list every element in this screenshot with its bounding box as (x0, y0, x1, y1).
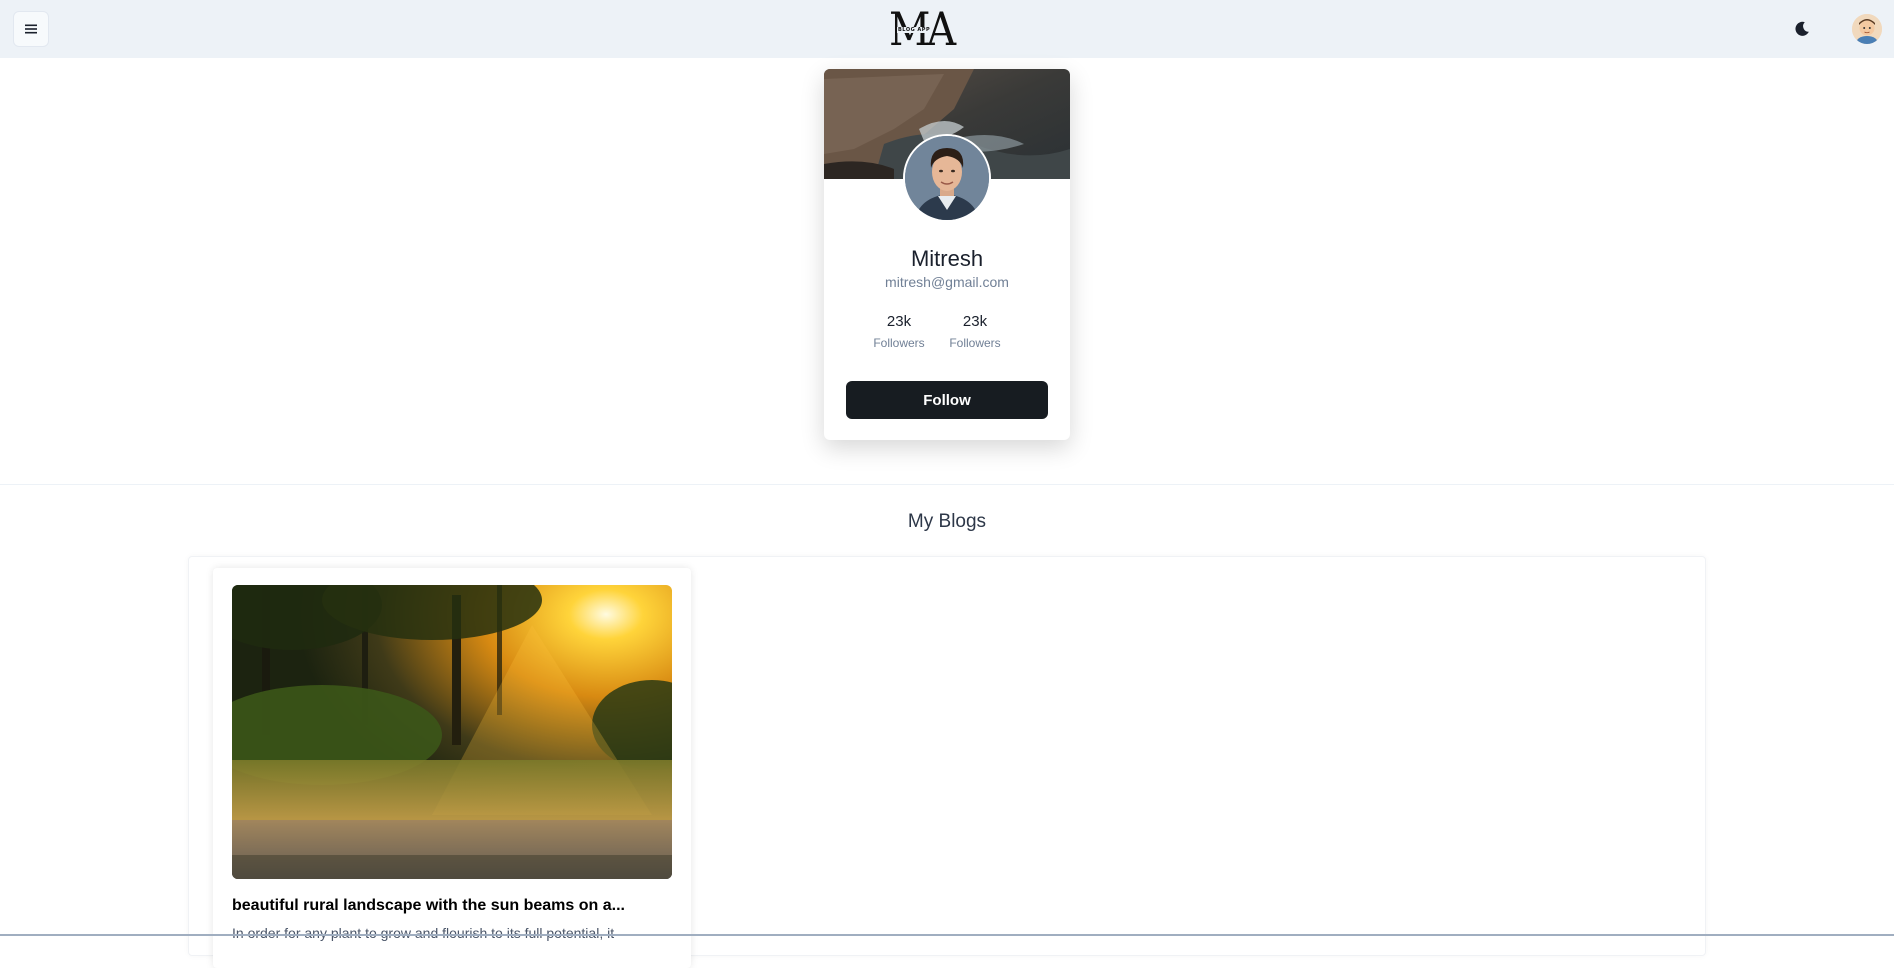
blog-excerpt: In order for any plant to grow and flour… (232, 925, 615, 941)
theme-toggle-button[interactable] (1789, 16, 1815, 42)
follow-button[interactable]: Follow (846, 381, 1048, 419)
my-blogs-heading: My Blogs (907, 511, 987, 532)
moon-icon (1795, 21, 1809, 36)
stat-label: Followers (873, 336, 925, 350)
blog-thumbnail (232, 585, 672, 879)
app-logo[interactable]: MA BLOG APP (889, 4, 956, 54)
profile-card: Mitresh mitresh@gmail.com 23k Followers … (824, 69, 1070, 440)
stat-value: 23k (962, 313, 988, 330)
hamburger-menu-icon (25, 24, 37, 34)
profile-avatar (903, 134, 991, 222)
avatar-illustration (1852, 14, 1882, 44)
logo-subtext: BLOG APP (897, 27, 932, 33)
profile-name: Mitresh (910, 246, 984, 271)
top-navbar: MA BLOG APP (0, 0, 1894, 58)
profile-email: mitresh@gmail.com (885, 274, 1009, 290)
user-avatar[interactable] (1852, 14, 1882, 44)
blog-card[interactable]: beautiful rural landscape with the sun b… (213, 568, 691, 968)
blog-title[interactable]: beautiful rural landscape with the sun b… (232, 897, 672, 915)
menu-button[interactable] (13, 11, 49, 47)
followers-stat-secondary: 23k Followers (940, 312, 1010, 350)
section-divider (0, 484, 1894, 485)
stat-value: 23k (886, 313, 912, 330)
stat-label: Followers (949, 336, 1001, 350)
followers-stat: 23k Followers (864, 312, 934, 350)
